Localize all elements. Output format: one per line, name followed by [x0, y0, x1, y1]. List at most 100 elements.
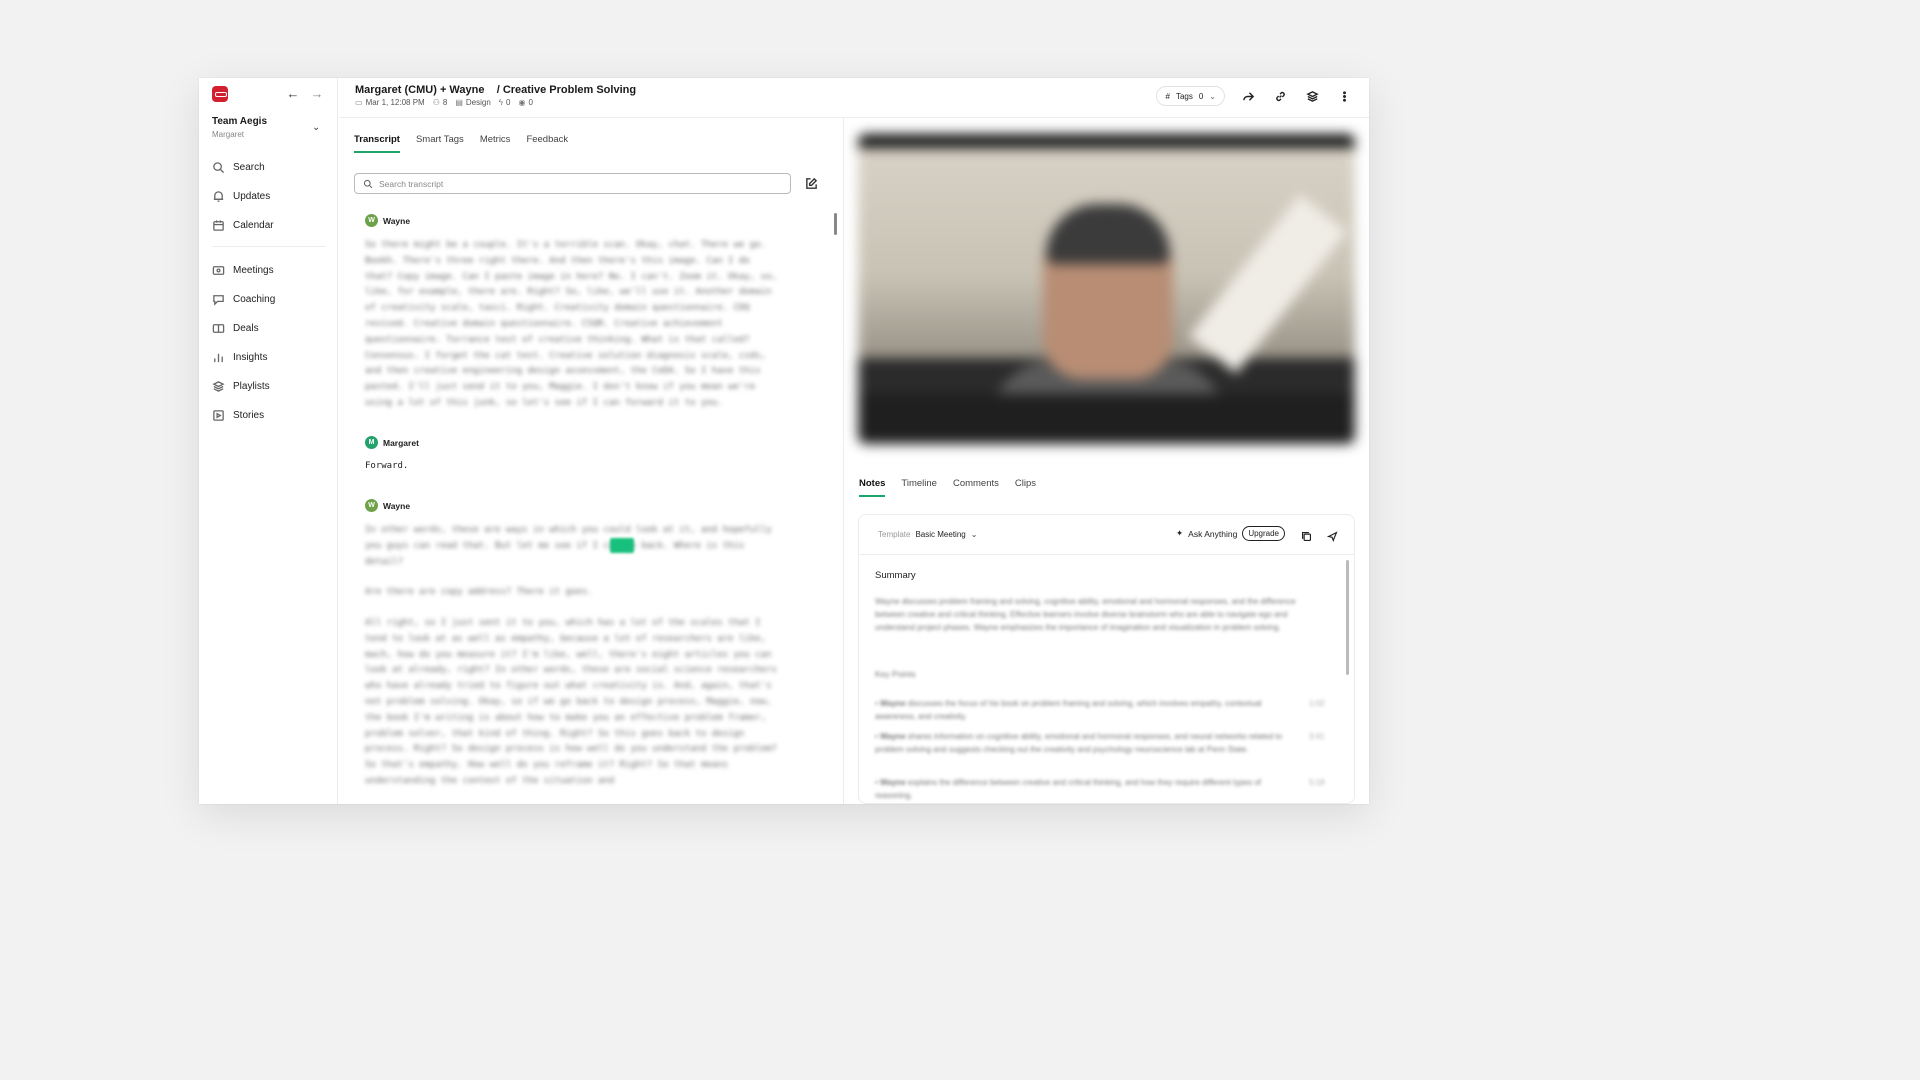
speaker-label: M Margaret [365, 436, 419, 449]
participants-count[interactable]: ⚇ 8 [433, 98, 448, 107]
sidebar-item-insights[interactable]: Insights [212, 348, 267, 366]
search-transcript-input[interactable]: Search transcript [354, 173, 791, 194]
key-point-text: • Wayne discusses the focus of his book … [875, 699, 1262, 721]
key-point-item: • Wayne shares information on cognitive … [875, 730, 1335, 756]
team-name[interactable]: Team Aegis [212, 116, 267, 127]
key-point-item: • Wayne explains the difference between … [875, 776, 1335, 802]
notes-toolbar: Template Basic Meeting ⌄ ✦ Ask Anything … [859, 515, 1354, 555]
sidebar-item-playlists[interactable]: Playlists [212, 377, 270, 395]
sidebar-item-label: Calendar [233, 219, 274, 231]
avatar: W [365, 499, 378, 512]
key-point-body: discusses the focus of his book on probl… [875, 699, 1262, 721]
tab-metrics[interactable]: Metrics [480, 134, 511, 153]
notes-scrollbar[interactable] [1346, 560, 1349, 675]
transcript-text: Are there are copy address? There it goe… [365, 587, 593, 597]
notes-panel: Template Basic Meeting ⌄ ✦ Ask Anything … [858, 514, 1355, 804]
eye-icon: ◉ [518, 98, 526, 107]
team-user: Margaret [212, 130, 245, 139]
key-point-text: • Wayne explains the difference between … [875, 778, 1262, 800]
sidebar-item-calendar[interactable]: Calendar [212, 216, 274, 234]
key-point-text: • Wayne shares information on cognitive … [875, 732, 1283, 754]
tab-transcript[interactable]: Transcript [354, 134, 400, 153]
tab-feedback[interactable]: Feedback [526, 134, 568, 153]
tab-notes[interactable]: Notes [859, 478, 886, 497]
meetings-icon [212, 265, 225, 275]
tab-timeline[interactable]: Timeline [901, 478, 937, 497]
key-point-body: explains the difference between creative… [875, 778, 1262, 800]
tags-label: Tags [1175, 91, 1193, 101]
link-icon[interactable] [1271, 87, 1289, 105]
meeting-meta: ▭ Mar 1, 12:08 PM ⚇ 8 ▤ Design ϟ0 ◉ 0 [355, 98, 533, 107]
calendar-icon [213, 219, 224, 231]
back-arrow-icon[interactable]: ← [286, 86, 300, 102]
date-text: Mar 1, 12:08 PM [365, 98, 425, 107]
page-title: Margaret (CMU) + Wayne / Creative Proble… [355, 84, 637, 96]
sidebar-item-label: Deals [233, 322, 259, 334]
app-logo[interactable] [212, 86, 228, 102]
sidebar-item-meetings[interactable]: Meetings [212, 261, 274, 279]
tab-smart-tags[interactable]: Smart Tags [416, 134, 464, 153]
sidebar-item-search[interactable]: Search [212, 158, 265, 176]
coaching-icon [213, 294, 224, 306]
views-text: 0 [528, 98, 533, 107]
key-point-item: • Wayne discusses the focus of his book … [875, 697, 1335, 723]
tags-count: 0 [1198, 91, 1204, 101]
app-window: ← → Team Aegis Margaret ⌄ Search Updates… [199, 78, 1369, 804]
notes-tabs: Notes Timeline Comments Clips [859, 478, 1036, 497]
playlists-icon [212, 380, 225, 392]
sidebar-item-updates[interactable]: Updates [212, 187, 270, 205]
calendar-icon: ▭ [355, 98, 363, 107]
speaker-name: Wayne [383, 500, 411, 511]
tab-clips[interactable]: Clips [1015, 478, 1036, 497]
template-label: Template [878, 530, 911, 539]
chevron-down-icon: ⌄ [1209, 91, 1216, 101]
search-placeholder: Search transcript [379, 178, 444, 189]
people-icon: ⚇ [432, 98, 440, 107]
document-icon: ▤ [455, 98, 463, 107]
tags-dropdown[interactable]: # Tags 0 ⌄ [1156, 86, 1225, 106]
chevron-down-icon: ⌄ [970, 530, 978, 539]
key-point-timestamp[interactable]: 1:02 [1309, 697, 1325, 723]
key-point-timestamp[interactable]: 5:18 [1309, 776, 1325, 802]
sidebar-divider [212, 246, 326, 247]
summary-text: Wayne discusses problem framing and solv… [875, 597, 1296, 632]
forward-arrow-icon[interactable]: → [310, 86, 324, 102]
copy-icon[interactable] [1301, 529, 1312, 547]
video-player[interactable] [858, 134, 1355, 444]
edit-icon[interactable] [805, 177, 818, 195]
upgrade-button[interactable]: Upgrade [1242, 526, 1285, 541]
video-controls[interactable] [858, 394, 1355, 444]
meeting-category[interactable]: ▤ Design [455, 98, 490, 107]
sidebar: ← → Team Aegis Margaret ⌄ Search Updates… [199, 78, 338, 804]
avatar: W [365, 214, 378, 227]
more-vertical-icon[interactable] [1335, 87, 1353, 105]
signals-count[interactable]: ϟ0 [499, 98, 511, 107]
transcript-text: All right, so I just sent it to you, whi… [365, 618, 777, 786]
participants-text: 8 [442, 98, 448, 107]
sidebar-item-stories[interactable]: Stories [212, 406, 264, 424]
ask-anything-button[interactable]: ✦ Ask Anything Upgrade [1176, 526, 1285, 541]
ask-label: Ask Anything [1188, 528, 1238, 539]
layers-icon[interactable] [1303, 87, 1321, 105]
sidebar-item-label: Updates [233, 190, 271, 202]
sidebar-item-deals[interactable]: Deals [212, 319, 259, 337]
speaker-label: W Wayne [365, 214, 410, 227]
template-selector[interactable]: Template Basic Meeting ⌄ [878, 530, 977, 539]
transcript-scrollbar[interactable] [834, 213, 837, 235]
key-point-name: Wayne [880, 699, 906, 708]
chevron-down-icon[interactable]: ⌄ [312, 122, 320, 133]
sidebar-item-label: Insights [233, 351, 268, 363]
category-text: Design [465, 98, 491, 107]
send-icon[interactable] [1326, 529, 1338, 547]
sidebar-item-label: Meetings [233, 264, 274, 276]
sidebar-item-label: Stories [233, 409, 265, 421]
search-icon [363, 179, 373, 188]
transcript-text: Forward. [365, 461, 409, 471]
tab-comments[interactable]: Comments [953, 478, 999, 497]
key-point-name: Wayne [880, 732, 906, 741]
search-icon [213, 161, 225, 173]
sidebar-item-label: Coaching [233, 293, 276, 305]
key-point-timestamp[interactable]: 3:41 [1309, 730, 1325, 756]
sidebar-item-coaching[interactable]: Coaching [212, 290, 275, 308]
share-icon[interactable] [1239, 87, 1257, 105]
